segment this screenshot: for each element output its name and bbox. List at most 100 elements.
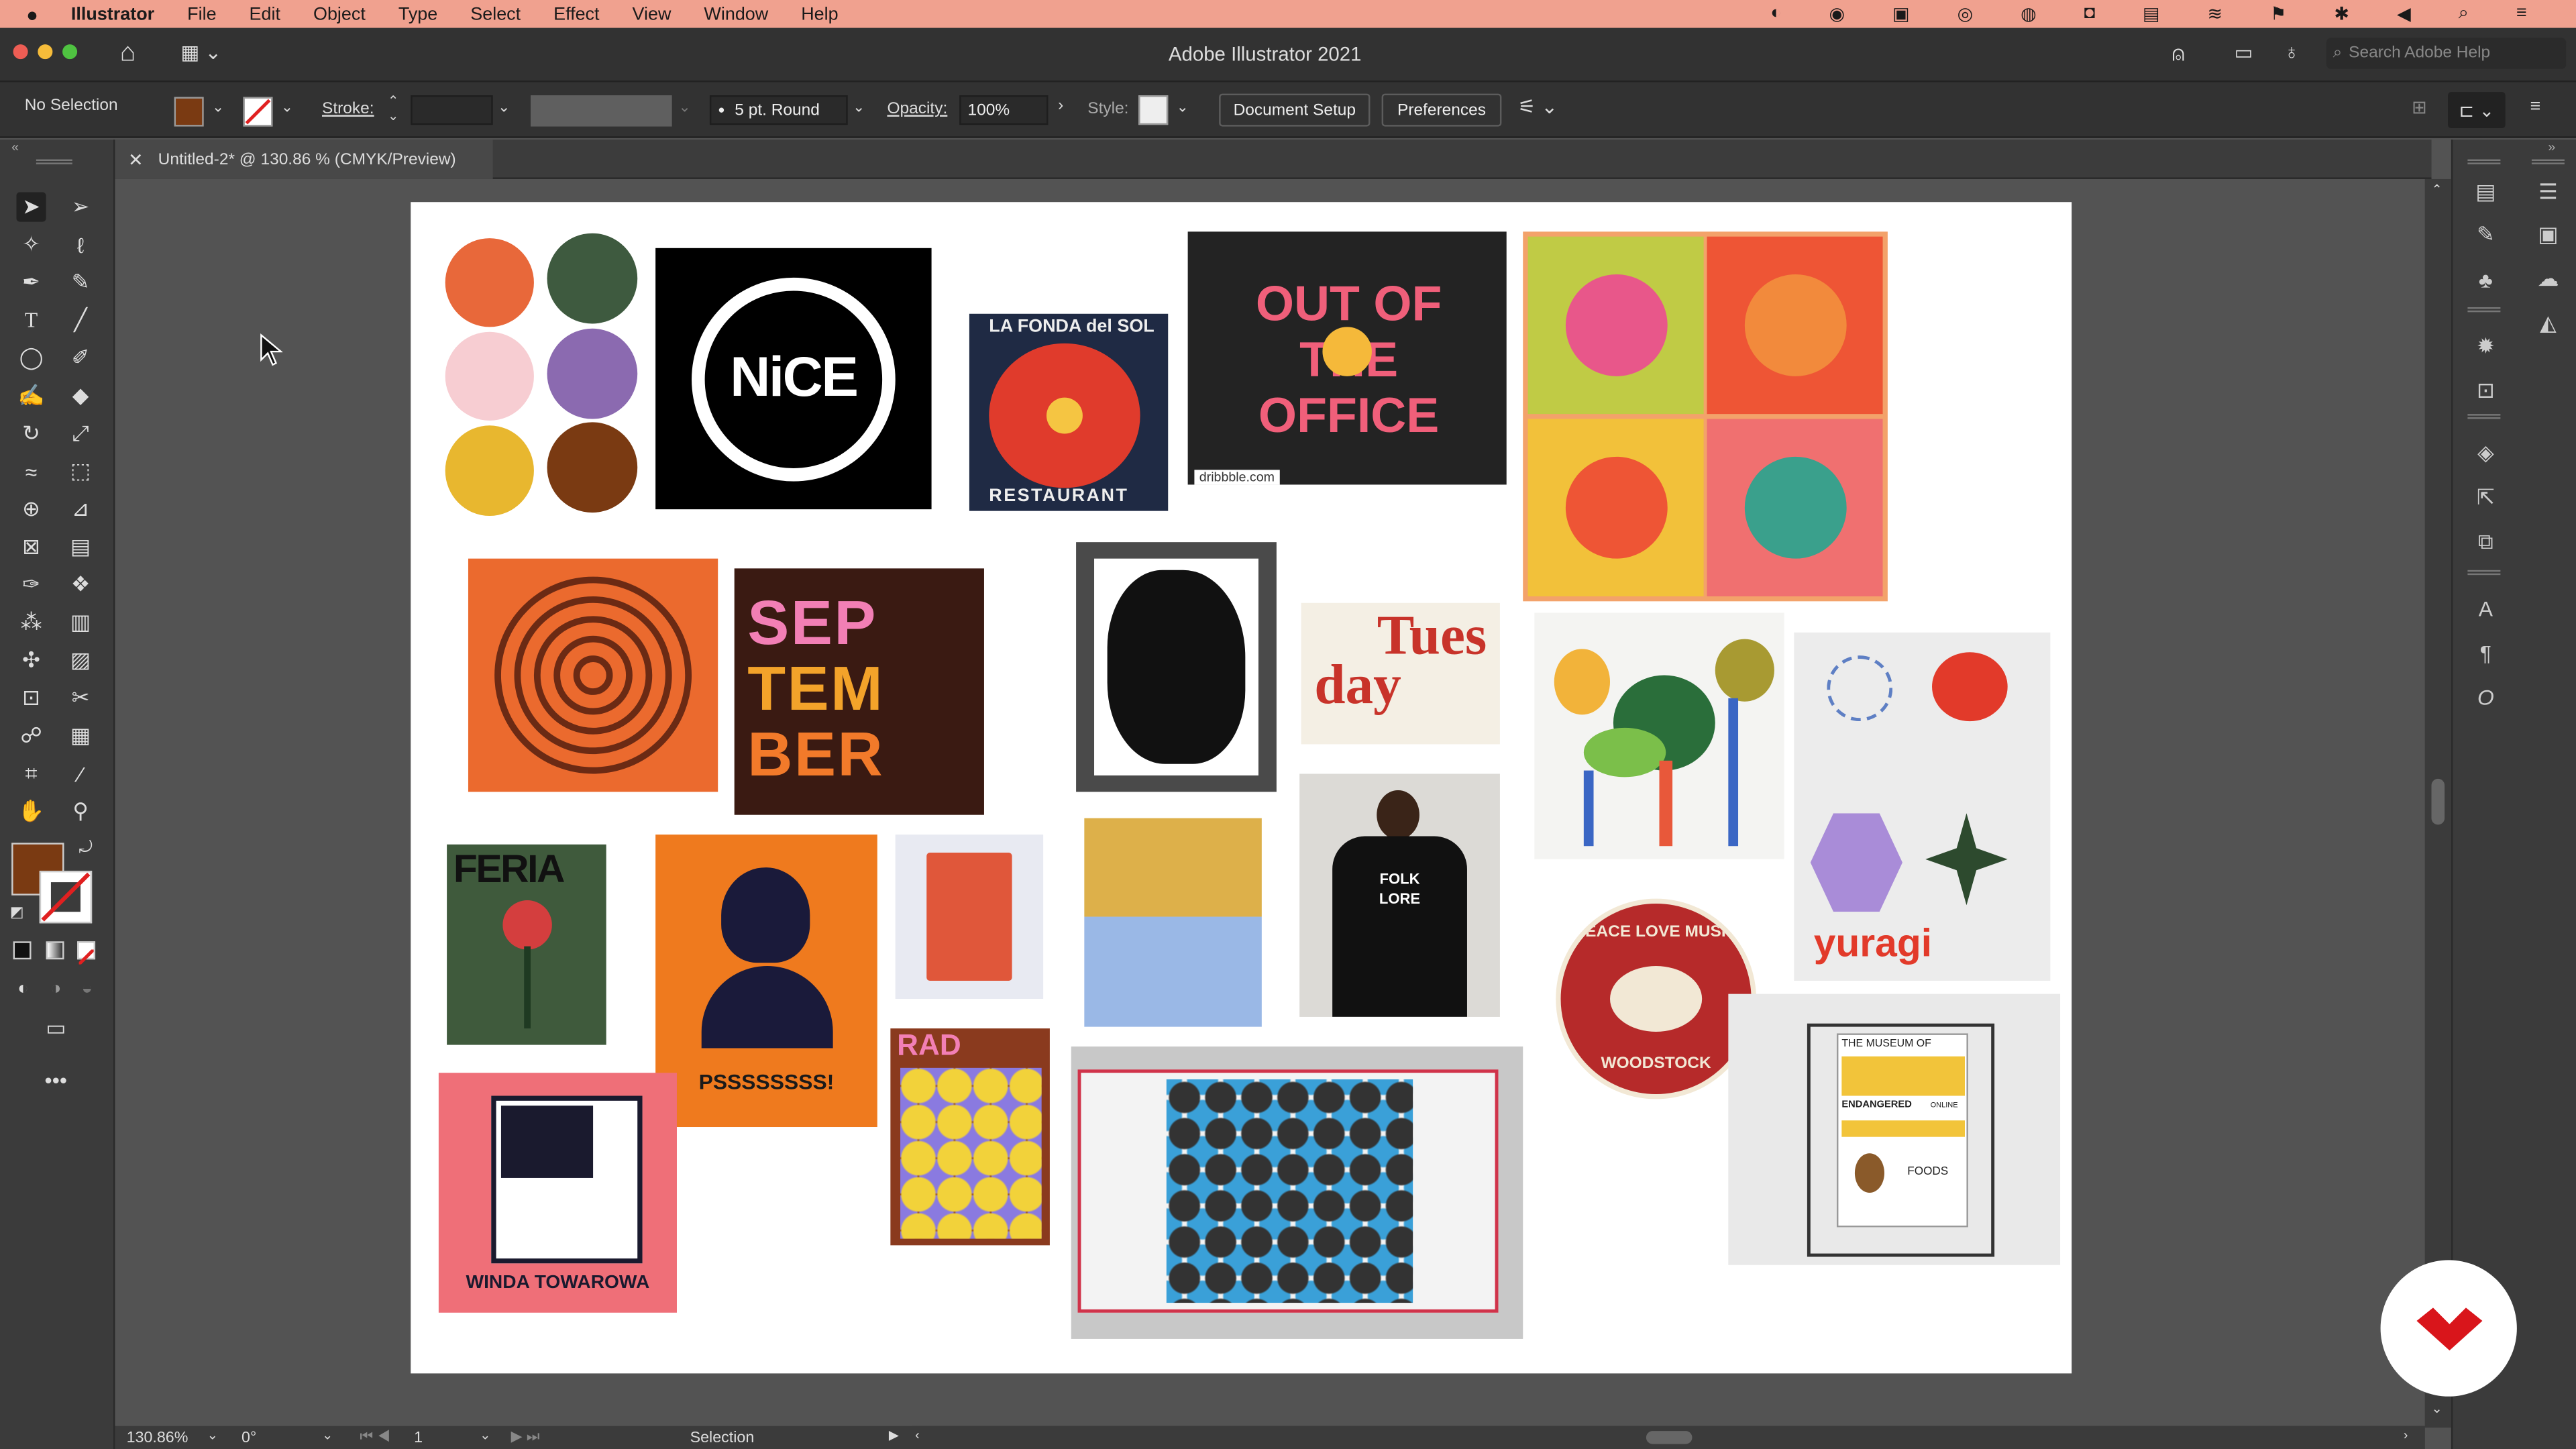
menu-select[interactable]: Select xyxy=(470,4,521,23)
chevron-down-icon[interactable]: ⌄ xyxy=(498,99,510,117)
graphic-style-swatch[interactable] xyxy=(1138,95,1169,125)
character-icon[interactable]: A xyxy=(2473,595,2499,621)
la-fonda-grid-image[interactable] xyxy=(1523,231,1888,602)
symbolism-tool-icon[interactable]: ✣ xyxy=(16,645,46,675)
preferences-button[interactable]: Preferences xyxy=(1381,93,1502,127)
properties-icon[interactable]: ☰ xyxy=(2535,179,2561,205)
status-icon[interactable]: ◘ xyxy=(2084,3,2095,25)
selection-tool-icon[interactable]: ➤ xyxy=(16,192,46,222)
status-menu-icon[interactable]: ▶ xyxy=(889,1428,899,1442)
panel-grip[interactable] xyxy=(2467,570,2501,576)
close-icon[interactable]: ✕ xyxy=(128,149,144,170)
menu-window[interactable]: Window xyxy=(704,4,768,23)
menu-effect[interactable]: Effect xyxy=(553,4,599,23)
color-swatch[interactable] xyxy=(445,331,534,421)
spiral-snake-image[interactable] xyxy=(468,558,718,792)
menu-edit[interactable]: Edit xyxy=(250,4,280,23)
control-center-icon[interactable]: ≡ xyxy=(2516,3,2527,25)
paragraph-icon[interactable]: ¶ xyxy=(2473,639,2499,665)
color-block-blue[interactable] xyxy=(1084,916,1262,1027)
more-tools-icon[interactable]: ••• xyxy=(41,1065,70,1094)
flower-card-image[interactable] xyxy=(895,835,1044,999)
rotate-tool-icon[interactable]: ↻ xyxy=(16,419,46,448)
scale-tool-icon[interactable]: ⤢ xyxy=(66,419,95,448)
symbols-icon[interactable]: ♣ xyxy=(2473,266,2499,292)
transform-icon[interactable]: ⊡ xyxy=(2473,378,2499,404)
menu-object[interactable]: Object xyxy=(313,4,366,23)
chevron-down-icon[interactable]: ⌄ xyxy=(322,1428,333,1442)
appearance-icon[interactable]: ◭ xyxy=(2535,311,2561,337)
crop-tool-icon[interactable]: ⌗ xyxy=(16,759,46,788)
search-icon[interactable]: ⌕ xyxy=(2459,3,2469,25)
black-flower-image[interactable] xyxy=(1076,542,1277,792)
panel-collapse-icon[interactable]: » xyxy=(2548,140,2555,154)
mesh-tool-icon[interactable]: ⊠ xyxy=(16,532,46,561)
opacity-field[interactable]: 100% xyxy=(959,95,1049,125)
status-icon[interactable]: ▣ xyxy=(1892,3,1909,25)
panel-grip[interactable] xyxy=(2467,159,2501,164)
ellipse-tool-icon[interactable]: ◯ xyxy=(16,343,46,373)
magic-wand-tool-icon[interactable]: ✧ xyxy=(16,230,46,260)
eraser-tool-icon[interactable]: ◆ xyxy=(66,381,95,411)
none-mode-icon[interactable] xyxy=(77,941,96,966)
color-block-yellow[interactable] xyxy=(1084,818,1262,917)
apple-icon[interactable]: ● xyxy=(26,3,38,25)
scroll-down-icon[interactable]: ⌄ xyxy=(2432,1401,2443,1416)
knife-tool-icon[interactable]: ⁄ xyxy=(66,759,95,788)
perspective-grid-tool-icon[interactable]: ⊿ xyxy=(66,494,95,524)
symbol-sprayer-tool-icon[interactable]: ⁂ xyxy=(16,608,46,637)
arrange-icon[interactable]: ⚟ ⌄ xyxy=(1518,95,1558,118)
status-icon[interactable]: ◎ xyxy=(1957,3,1974,25)
la-fonda-poster-image[interactable]: LA FONDA del SOL RESTAURANT xyxy=(969,313,1169,511)
volume-icon[interactable]: ◀ xyxy=(2397,3,2411,25)
panel-grip[interactable] xyxy=(2467,414,2501,419)
zoom-level[interactable]: 130.86% xyxy=(127,1430,189,1448)
lasso-tool-icon[interactable]: ℓ xyxy=(66,230,95,260)
wifi-icon[interactable]: ≋ xyxy=(2208,3,2223,25)
shaper-tool-icon[interactable]: ✍ xyxy=(16,381,46,411)
status-icon[interactable]: ◐ xyxy=(1770,3,1781,25)
panel-grip[interactable] xyxy=(2467,307,2501,313)
chevron-right-icon[interactable]: › xyxy=(1058,97,1063,115)
status-icon[interactable]: ▤ xyxy=(2143,3,2159,25)
stroke-swatch[interactable] xyxy=(243,97,273,127)
document-tab[interactable]: ✕ Untitled-2* @ 130.86 % (CMYK/Preview) xyxy=(115,140,493,179)
screen-mode-icon[interactable]: ▭ xyxy=(41,1014,70,1043)
artboard-number[interactable]: 1 xyxy=(414,1430,423,1448)
line-segment-tool-icon[interactable]: ╱ xyxy=(66,306,95,335)
discover-icon[interactable]: ♁ xyxy=(2284,40,2300,64)
out-of-office-poster-image[interactable]: OUT OF THE OFFICE dribbble.com xyxy=(1187,231,1507,485)
brushes-icon[interactable]: ✎ xyxy=(2473,222,2499,248)
scroll-up-icon[interactable]: ⌃ xyxy=(2432,182,2443,197)
feria-poster-image[interactable]: FERIA xyxy=(447,844,606,1045)
stroke-color-box[interactable] xyxy=(39,870,93,924)
winda-towarowa-poster-image[interactable]: WINDA TOWAROWA xyxy=(438,1073,677,1313)
scroll-right-icon[interactable]: › xyxy=(2404,1428,2408,1442)
menu-type[interactable]: Type xyxy=(398,4,437,23)
panel-grip[interactable] xyxy=(2531,159,2565,164)
gradient-mode-icon[interactable] xyxy=(46,941,64,960)
chevron-down-icon[interactable]: ⌄ xyxy=(1176,99,1188,117)
artboard-nav-next-icon[interactable]: ▶ ⏭ xyxy=(511,1428,540,1446)
woodstock-badge-image[interactable]: PEACE LOVE MUSIC WOODSTOCK xyxy=(1556,898,1756,1099)
yuragi-poster-image[interactable]: yuragi xyxy=(1794,632,2051,981)
assets-icon[interactable]: ☁ xyxy=(2535,266,2561,292)
puppet-warp-tool-icon[interactable]: ☍ xyxy=(16,721,46,751)
gradient-tool-icon[interactable]: ▤ xyxy=(66,532,95,561)
draw-normal-icon[interactable]: ◐ xyxy=(8,974,38,1004)
swap-colors-icon[interactable]: ⤾ xyxy=(79,839,93,857)
artboard[interactable]: NiCE LA FONDA del SOL RESTAURANT OUT OF … xyxy=(411,202,2072,1374)
panel-collapse-icon[interactable]: « xyxy=(11,140,19,154)
pssss-poster-image[interactable]: PSSSSSSSS! xyxy=(655,835,877,1128)
layers-icon[interactable]: ◈ xyxy=(2473,440,2499,466)
open-book-badges-image[interactable] xyxy=(1071,1046,1523,1339)
chart-tool-icon[interactable]: ▦ xyxy=(66,721,95,751)
fill-swatch[interactable] xyxy=(174,97,204,127)
chevron-down-icon[interactable]: ⌄ xyxy=(281,99,293,117)
menu-file[interactable]: File xyxy=(187,4,216,23)
chevron-down-icon[interactable]: ⌄ xyxy=(207,1428,218,1442)
artboards-icon[interactable]: ⧉ xyxy=(2473,529,2499,555)
blend-tool-icon[interactable]: ❖ xyxy=(66,570,95,600)
vertical-scrollbar[interactable]: ⌃ ⌄ xyxy=(2424,178,2451,1428)
pen-tool-icon[interactable]: ✒ xyxy=(16,268,46,297)
